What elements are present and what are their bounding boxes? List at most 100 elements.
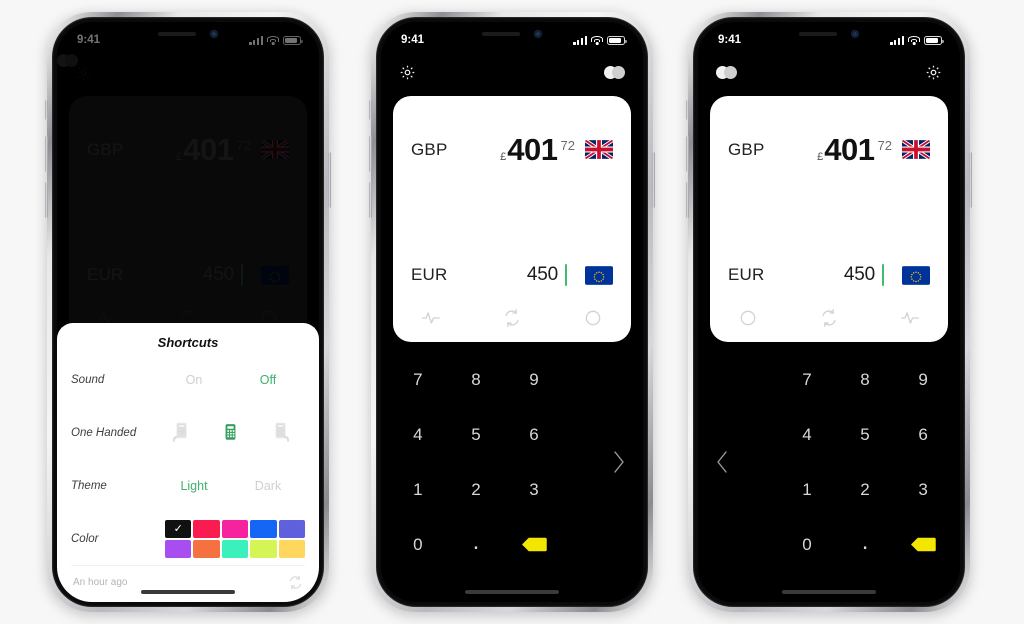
gear-icon[interactable] (925, 64, 942, 81)
keypad-key-0[interactable]: 0 (778, 517, 836, 572)
phone-3-bezel: 9:41 GBP £ 401 72 EUR 450 7 8 9 4 5 6 1 … (693, 17, 965, 607)
keypad-key-8[interactable]: 8 (836, 352, 894, 407)
from-amount: £ 401 72 (500, 134, 575, 165)
uk-flag-icon[interactable] (585, 140, 613, 159)
volume-down-button[interactable] (686, 182, 689, 218)
chevron-left-icon[interactable] (714, 449, 730, 475)
circle-icon[interactable] (583, 308, 603, 328)
two-dots-icon[interactable] (604, 65, 625, 79)
keypad-key-8[interactable]: 8 (447, 352, 505, 407)
one-handed-option-right[interactable] (256, 422, 305, 444)
volume-up-button[interactable] (686, 136, 689, 172)
sound-option-on[interactable]: On (157, 373, 231, 387)
color-swatch-2[interactable] (193, 519, 220, 538)
sound-options: On Off (157, 373, 305, 387)
two-dots-icon[interactable] (716, 65, 737, 79)
earpiece-speaker-icon (799, 32, 837, 36)
theme-option-light[interactable]: Light (157, 479, 231, 493)
from-currency-symbol: £ (817, 151, 824, 163)
swap-currency-icon[interactable] (502, 308, 522, 328)
notch (769, 22, 889, 46)
refresh-icon[interactable] (288, 575, 303, 590)
color-swatch-7[interactable] (193, 539, 220, 558)
eu-flag-icon[interactable] (902, 265, 930, 285)
home-indicator[interactable] (465, 590, 559, 594)
keypad-key-0[interactable]: 0 (389, 517, 447, 572)
keypad-key-7[interactable]: 7 (389, 352, 447, 407)
notch (452, 22, 572, 46)
keypad-key-1[interactable]: 1 (778, 462, 836, 517)
from-amount-decimals: 72 (877, 138, 892, 153)
keypad-key-2[interactable]: 2 (447, 462, 505, 517)
phone-2-bezel: 9:41 GBP £ 401 72 EUR 450 7 8 9 4 5 6 1 … (376, 17, 648, 607)
color-swatch-5[interactable] (278, 519, 305, 538)
keypad-key-3[interactable]: 3 (505, 462, 563, 517)
keypad-key-6[interactable]: 6 (894, 407, 952, 462)
color-swatch-1[interactable]: ✓ (165, 519, 192, 538)
keypad-key-5[interactable]: 5 (447, 407, 505, 462)
one-handed-option-center[interactable] (206, 422, 255, 444)
mute-switch[interactable] (686, 100, 689, 120)
shortcut-row-one-handed: One Handed (71, 407, 305, 460)
keypad-key-7[interactable]: 7 (778, 352, 836, 407)
to-currency-row[interactable]: EUR 450 (411, 264, 613, 286)
volume-down-button[interactable] (45, 182, 48, 218)
theme-option-dark[interactable]: Dark (231, 479, 305, 493)
to-currency-row[interactable]: EUR 450 (728, 264, 930, 286)
keypad-backspace-button[interactable] (894, 517, 952, 572)
keypad-key-9[interactable]: 9 (894, 352, 952, 407)
shortcut-row-color: Color ✓ (71, 512, 305, 565)
from-currency-code: GBP (411, 139, 448, 159)
swap-currency-icon[interactable] (819, 308, 839, 328)
to-amount-value: 450 (526, 264, 558, 285)
uk-flag-icon[interactable] (902, 140, 930, 159)
mute-switch[interactable] (369, 100, 372, 120)
battery-icon (924, 35, 944, 45)
from-currency-row[interactable]: GBP £ 401 72 (728, 134, 930, 165)
theme-options: Light Dark (157, 479, 305, 493)
keypad-key-4[interactable]: 4 (389, 407, 447, 462)
rate-chart-icon[interactable] (900, 308, 920, 328)
volume-up-button[interactable] (45, 136, 48, 172)
keypad-key-9[interactable]: 9 (505, 352, 563, 407)
rate-chart-icon[interactable] (421, 308, 441, 328)
color-swatch-8[interactable] (221, 539, 249, 558)
volume-up-button[interactable] (369, 136, 372, 172)
home-indicator[interactable] (782, 590, 876, 594)
keypad-key-1[interactable]: 1 (389, 462, 447, 517)
gear-icon[interactable] (399, 64, 416, 81)
text-cursor (882, 264, 884, 286)
circle-icon[interactable] (738, 308, 758, 328)
wifi-icon (908, 35, 920, 45)
notch (128, 22, 248, 46)
home-indicator[interactable] (141, 590, 235, 594)
phone-1-bezel: 9:41 (52, 17, 324, 607)
color-swatch-10[interactable] (278, 539, 305, 558)
keypad-key-decimal[interactable]: . (836, 517, 894, 572)
keypad-key-6[interactable]: 6 (505, 407, 563, 462)
from-currency-row[interactable]: GBP £ 401 72 (411, 134, 613, 165)
color-swatch-6[interactable] (165, 539, 192, 558)
status-bar-indicators (890, 35, 944, 45)
volume-down-button[interactable] (369, 182, 372, 218)
keypad-key-3[interactable]: 3 (894, 462, 952, 517)
keypad-key-2[interactable]: 2 (836, 462, 894, 517)
keypad-backspace-button[interactable] (505, 517, 563, 572)
eu-flag-icon[interactable] (585, 265, 613, 285)
mute-switch[interactable] (45, 100, 48, 120)
keypad-key-5[interactable]: 5 (836, 407, 894, 462)
backspace-icon (911, 537, 936, 552)
color-swatch-4[interactable] (250, 519, 277, 538)
chevron-right-icon[interactable] (611, 449, 627, 475)
color-swatch-3[interactable] (221, 519, 249, 538)
calculator-right-icon (272, 422, 290, 444)
keypad-key-4[interactable]: 4 (778, 407, 836, 462)
one-handed-option-left[interactable] (157, 422, 206, 444)
power-button[interactable] (328, 152, 331, 208)
power-button[interactable] (652, 152, 655, 208)
phone-1-screen: 9:41 (57, 22, 319, 602)
power-button[interactable] (969, 152, 972, 208)
sound-option-off[interactable]: Off (231, 373, 305, 387)
keypad-key-decimal[interactable]: . (447, 517, 505, 572)
color-swatch-9[interactable] (250, 539, 277, 558)
